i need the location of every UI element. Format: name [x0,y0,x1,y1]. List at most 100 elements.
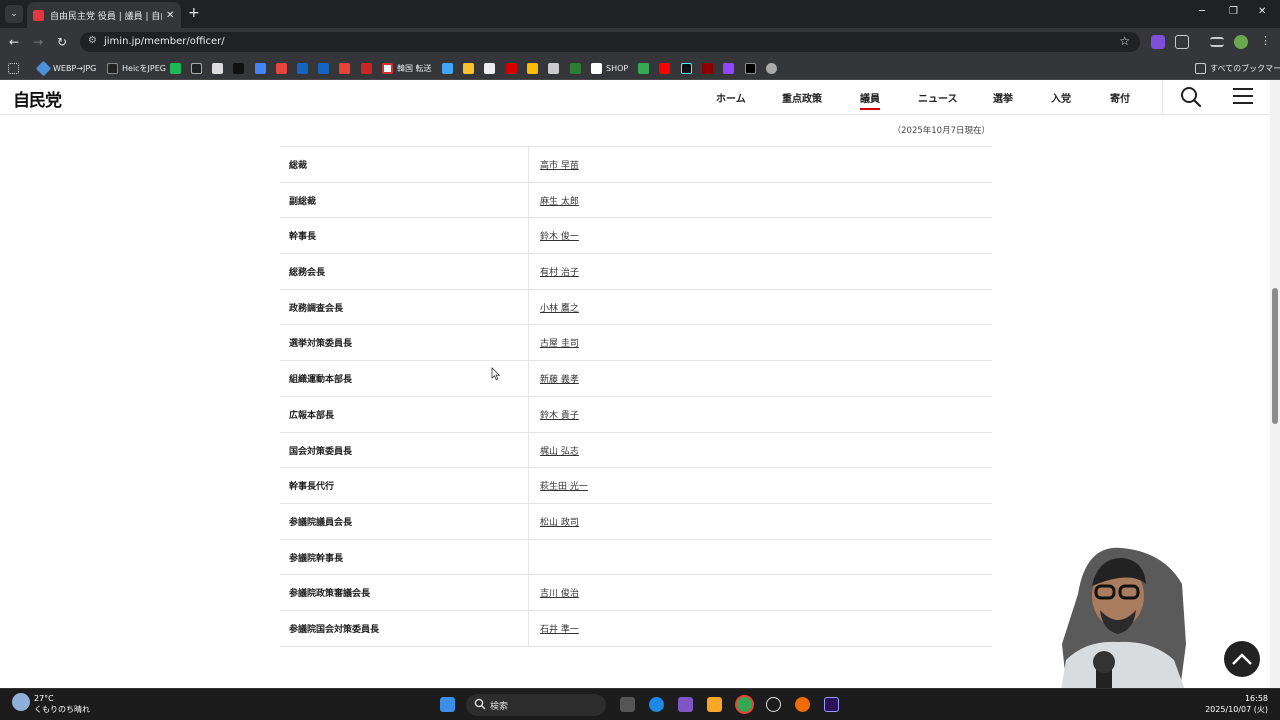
chrome-icon[interactable] [737,697,752,712]
bookmark-icon-l[interactable] [484,61,495,75]
bookmark-heic-jpeg[interactable]: HeicをJPEG [107,61,166,75]
officer-name-link[interactable]: 吉川 俊治 [540,586,579,599]
officer-name-link[interactable]: 松山 政司 [540,515,579,528]
extensions-puzzle-icon[interactable] [1175,35,1189,49]
address-bar[interactable]: ⚙ jimin.jp/member/officer/ ☆ [80,32,1140,52]
nav-members[interactable]: 議員 [860,90,880,110]
bookmark-webp-jpg[interactable]: WEBP→JPG [35,60,96,76]
bookmark-icon-red[interactable] [361,61,372,75]
bookmark-icon-x[interactable] [745,61,756,75]
officer-name-link[interactable]: 石井 準一 [540,622,579,635]
bookmark-icon-mail[interactable] [233,61,244,75]
bookmark-icon-rp[interactable] [506,61,517,75]
bookmark-icon-yahoo[interactable] [702,61,713,75]
minimize-icon[interactable]: ─ [1199,6,1205,17]
hamburger-menu-icon[interactable] [1233,88,1253,104]
officer-table: 総裁 高市 早苗 副総裁 麻生 太郎 幹事長 鈴木 俊一 総務会長 有村 治子 政務調査会長 小林… [280,146,992,647]
task-view-icon[interactable] [620,697,635,712]
reload-icon[interactable]: ↻ [57,35,67,49]
officer-position: 幹事長代行 [289,482,335,493]
bookmark-icon-twitch[interactable] [723,61,734,75]
browser-menu-icon[interactable]: ⋮ [1260,34,1271,48]
forward-icon[interactable]: → [33,35,43,49]
officer-name-link[interactable]: 有村 治子 [540,265,579,278]
table-row: 国会対策委員長 梶山 弘志 [280,432,992,469]
scrollbar-thumb[interactable] [1272,288,1278,424]
site-logo[interactable]: 自民党 [13,86,62,111]
clock-date: 2025/10/07 (火) [1205,705,1268,714]
bookmark-icon-b[interactable] [191,61,202,75]
nav-news[interactable]: ニュース [918,90,958,105]
officer-name-link[interactable]: 梶山 弘志 [540,444,579,457]
table-row: 幹事長代行 萩生田 光一 [280,468,992,504]
bookmark-icon-photo[interactable] [442,61,453,75]
search-icon[interactable] [1180,86,1202,108]
bookmark-icon-tiktok[interactable] [681,61,692,75]
bookmark-icon-openai[interactable] [766,61,777,75]
page-scrollbar[interactable] [1270,80,1280,688]
reading-list-icon[interactable] [1210,37,1224,47]
bookmark-icon-green[interactable] [570,61,581,75]
table-row: 参議院国会対策委員長 石井 準一 [280,610,992,647]
officer-name-link[interactable]: 鈴木 貴子 [540,408,579,421]
bookmark-korea-transfer[interactable]: 韓国 転送 [382,61,432,75]
chatgpt-icon[interactable] [766,697,781,712]
officer-name-link[interactable]: 萩生田 光一 [540,479,588,492]
copilot-icon[interactable] [678,697,693,712]
browser-tab[interactable]: 自由民主党 役員 | 議員 | 自由民主党 ✕ [27,2,181,28]
column-divider [528,575,529,610]
bookmark-star-icon[interactable]: ☆ [1119,34,1130,48]
officer-name-link[interactable]: 麻生 太郎 [540,194,579,207]
bookmark-icon-game[interactable] [463,61,474,75]
bookmark-icon-gdrive[interactable] [638,61,649,75]
bookmark-icon-f[interactable] [548,61,559,75]
officer-position: 参議院幹事長 [289,553,344,564]
windows-taskbar: 27°C くもりのち晴れ 検索 16:58 2025/10/07 (火) [0,688,1280,720]
maximize-icon[interactable]: ❐ [1229,6,1238,17]
app-orange-icon[interactable] [795,697,810,712]
window-close-icon[interactable]: ✕ [1258,6,1266,17]
new-tab-button[interactable]: + [188,6,200,20]
bookmark-amazon-shop[interactable]: SHOP [591,61,628,75]
file-explorer-icon[interactable] [707,697,722,712]
bookmark-icon-e2[interactable] [318,61,329,75]
bookmark-icon-translate[interactable] [255,61,266,75]
nav-election[interactable]: 選挙 [993,90,1013,105]
nav-policy[interactable]: 重点政策 [782,90,822,105]
tab-close-icon[interactable]: ✕ [166,10,174,21]
column-divider [528,182,529,218]
officer-name-link[interactable]: 古屋 圭司 [540,336,579,349]
back-icon[interactable]: ← [9,35,19,49]
site-info-icon[interactable]: ⚙ [88,35,97,46]
bookmark-icon-gmail[interactable] [339,61,350,75]
bookmarks-folder[interactable]: すべてのブックマーク [1195,61,1280,75]
column-divider [528,289,529,325]
column-divider [528,396,529,432]
bookmark-icon-a[interactable] [276,61,287,75]
bookmark-icon-youtube[interactable] [659,61,670,75]
nav-join[interactable]: 入党 [1051,90,1071,105]
apps-grid-icon[interactable] [8,61,19,75]
officer-name-link[interactable]: 鈴木 俊一 [540,229,579,242]
premiere-pro-icon[interactable] [824,697,839,712]
bookmarks-bar: WEBP→JPG HeicをJPEG 韓国 転送 SHOP すべてのブックマーク [0,56,1280,80]
bookmark-icon-e1[interactable] [297,61,308,75]
system-clock[interactable]: 16:58 2025/10/07 (火) [1205,693,1268,715]
bookmark-icon-k[interactable] [170,61,181,75]
edge-icon[interactable] [649,697,664,712]
nav-donate[interactable]: 寄付 [1110,90,1130,105]
officer-name-link[interactable]: 高市 早苗 [540,158,579,171]
weather-widget[interactable]: 27°C くもりのち晴れ [12,693,90,715]
tab-search-button[interactable]: ⌄ [5,5,23,23]
bookmark-icon-drive[interactable] [527,61,538,75]
taskbar-search[interactable]: 検索 [466,694,606,716]
extension-icon[interactable] [1151,35,1165,49]
profile-avatar[interactable] [1234,35,1248,49]
nav-home[interactable]: ホーム [716,90,746,105]
as-of-date: （2025年10月7日現在） [892,126,990,136]
weather-desc: くもりのち晴れ [34,705,90,714]
officer-name-link[interactable]: 新藤 義孝 [540,372,579,385]
officer-name-link[interactable]: 小林 鷹之 [540,301,579,314]
bookmark-icon-cs[interactable] [212,61,223,75]
start-windows-icon[interactable] [440,697,455,712]
